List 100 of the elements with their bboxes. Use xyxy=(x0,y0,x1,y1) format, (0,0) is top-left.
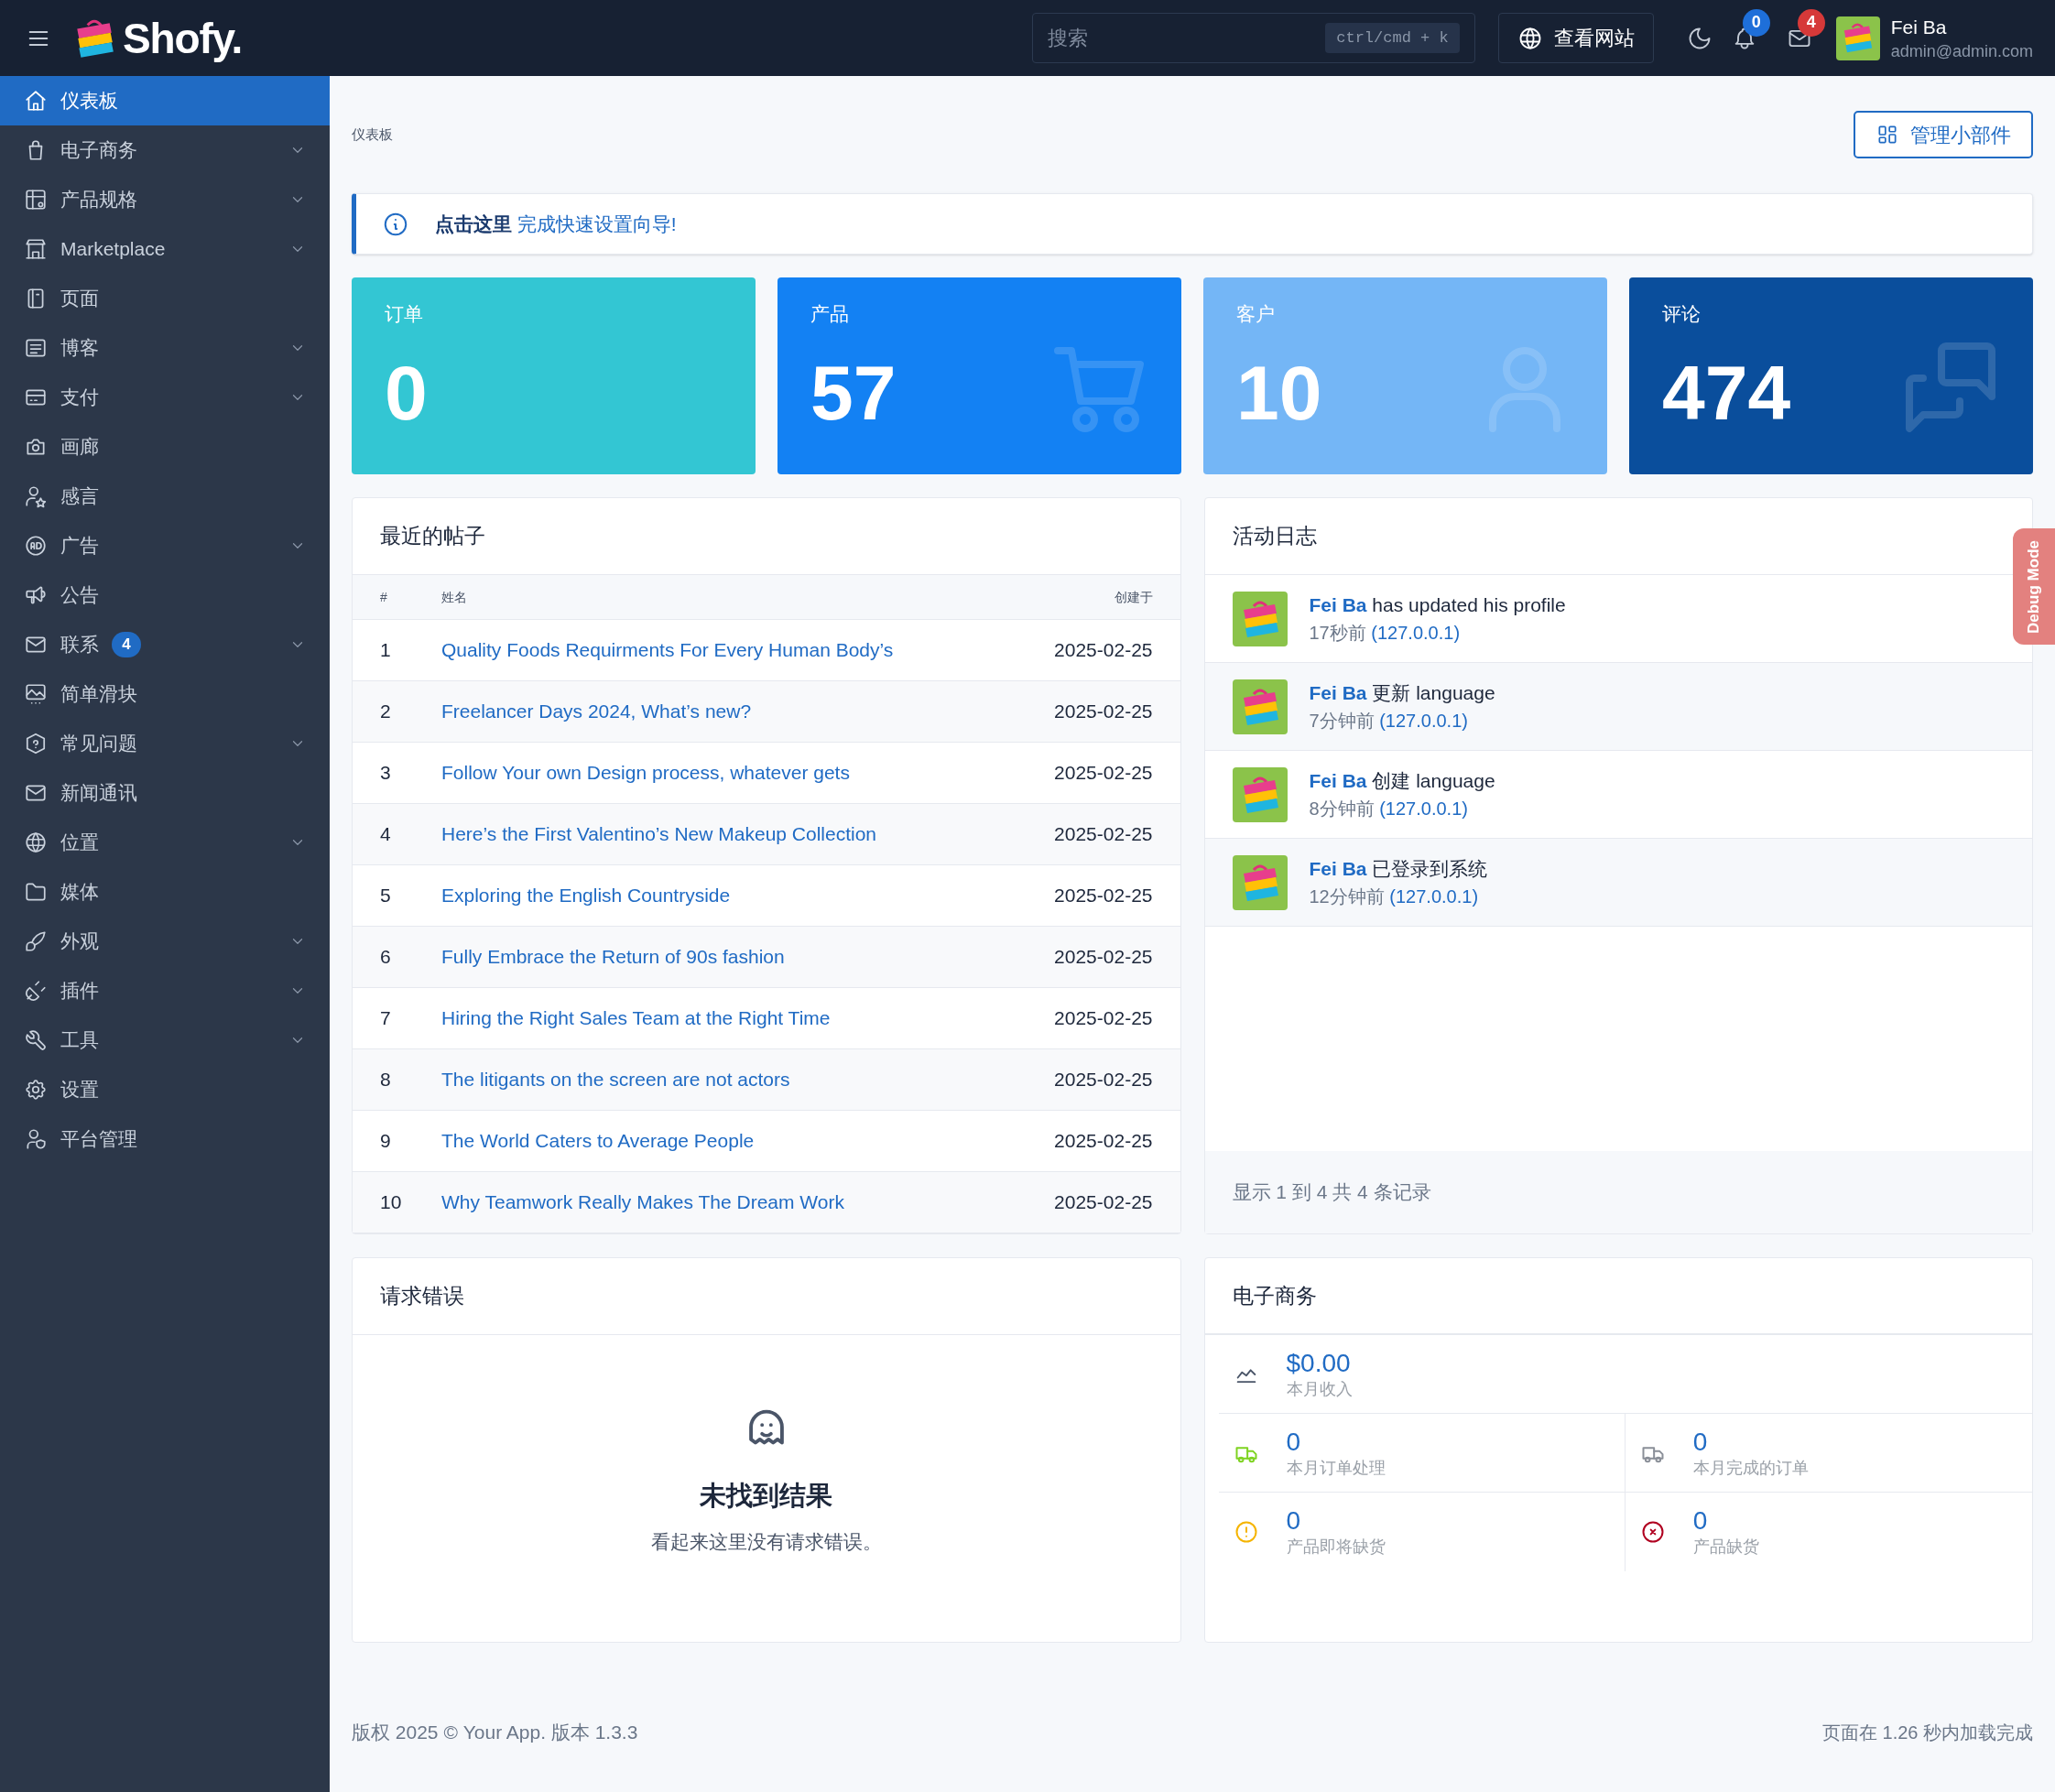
sidebar-item[interactable]: 媒体 xyxy=(0,867,330,917)
user-name: Fei Ba xyxy=(1890,15,1948,39)
sidebar-item[interactable]: 平台管理 xyxy=(0,1114,330,1164)
card-title: 电子商务 xyxy=(1232,1282,1317,1309)
stat-label: 客户 xyxy=(1236,302,1275,326)
messages-button[interactable]: 4 xyxy=(1786,8,1827,51)
column-header: 姓名 xyxy=(441,588,468,606)
sidebar-item[interactable]: 新闻通讯 xyxy=(0,768,330,818)
column-header: # xyxy=(380,588,388,606)
search-field[interactable]: 搜索 ctrl/cmd + k xyxy=(1031,13,1475,63)
stat-label: 订单 xyxy=(385,302,423,326)
post-link[interactable]: The World Caters to Average People xyxy=(441,1130,755,1152)
stat-value: 57 xyxy=(810,353,897,431)
sidebar-item[interactable]: 支付 xyxy=(0,373,330,422)
stat-label: 本月完成的订单 xyxy=(1692,1457,1809,1479)
globe-icon xyxy=(24,831,48,854)
list-icon xyxy=(24,336,48,360)
table-cell-text: 1 xyxy=(380,638,392,663)
post-link[interactable]: The litigants on the screen are not actors xyxy=(441,1069,790,1091)
stat-value: 10 xyxy=(1236,353,1322,431)
sidebar-item[interactable]: 设置 xyxy=(0,1065,330,1114)
stat-label: 产品 xyxy=(810,302,849,326)
view-site-button[interactable]: 查看网站 xyxy=(1497,13,1654,63)
message-count: 4 xyxy=(1797,8,1825,37)
table-cell-text: 2025-02-25 xyxy=(1054,700,1153,724)
activity-meta: 12分钟前 (127.0.0.1) xyxy=(1309,885,1480,908)
sidebar-item[interactable]: 工具 xyxy=(0,1015,330,1065)
post-link[interactable]: Freelancer Days 2024, What’s new? xyxy=(441,701,752,722)
stat-label: 产品缺货 xyxy=(1692,1537,1759,1558)
stat-value: $0.00 xyxy=(1286,1348,1352,1378)
stat-value: 0 xyxy=(385,353,428,431)
empty-state-title: 未找到结果 xyxy=(700,1480,833,1512)
sidebar-item[interactable]: Marketplace xyxy=(0,224,330,274)
store-icon xyxy=(24,237,48,261)
stat-label: 评论 xyxy=(1662,302,1701,326)
user-avatar xyxy=(1232,766,1288,822)
layout-grid-icon xyxy=(1876,123,1899,147)
sidebar-item[interactable]: 页面 xyxy=(0,274,330,323)
sidebar-item[interactable]: 博客 xyxy=(0,323,330,373)
sidebar-item[interactable]: 简单滑块 xyxy=(0,669,330,719)
sidebar-item[interactable]: 感言 xyxy=(0,472,330,521)
sidebar-item[interactable]: 位置 xyxy=(0,818,330,867)
activity-meta: 7分钟前 (127.0.0.1) xyxy=(1309,709,1469,733)
stat-label: 产品即将缺货 xyxy=(1286,1537,1386,1558)
table-cell-text: 2025-02-25 xyxy=(1054,638,1153,663)
search-input[interactable]: 搜索 xyxy=(1047,23,1326,53)
notification-count: 0 xyxy=(1742,8,1770,37)
table-cell-text: 2025-02-25 xyxy=(1054,945,1153,970)
user-shield-icon xyxy=(24,1127,48,1151)
sidebar-item[interactable]: 画廊 xyxy=(0,422,330,472)
user-avatar xyxy=(1232,679,1288,734)
post-link[interactable]: Why Teamwork Really Makes The Dream Work xyxy=(441,1191,844,1213)
table-cell-text: 10 xyxy=(380,1190,403,1215)
table-icon xyxy=(24,188,48,212)
setup-wizard-link[interactable]: 完成快速设置向导! xyxy=(516,212,677,234)
activity-text: Fei Ba has updated his profile xyxy=(1309,592,1566,617)
post-link[interactable]: Follow Your own Design process, whatever gets xyxy=(441,762,850,784)
table-cell-text: 2025-02-25 xyxy=(1054,1006,1153,1031)
post-link[interactable]: Here’s the First Valentino’s New Makeup Collection xyxy=(441,823,877,845)
photo-icon xyxy=(24,682,48,706)
settings-icon xyxy=(24,1078,48,1102)
post-link[interactable]: Hiring the Right Sales Team at the Right Time xyxy=(441,1007,831,1029)
sidebar-item[interactable]: 公告 xyxy=(0,570,330,620)
sidebar-item[interactable]: 广告 xyxy=(0,521,330,570)
user-avatar xyxy=(1835,16,1880,60)
home-icon xyxy=(24,89,48,113)
tool-icon xyxy=(24,1028,48,1052)
post-link[interactable]: Fully Embrace the Return of 90s fashion xyxy=(441,946,785,968)
sidebar-item[interactable]: 常见问题 xyxy=(0,719,330,768)
stat-value: 0 xyxy=(1692,1506,1709,1536)
table-cell-text: 2 xyxy=(380,700,392,724)
stat-label: 本月收入 xyxy=(1286,1378,1353,1400)
sidebar-item[interactable]: 外观 xyxy=(0,917,330,966)
count-badge: 4 xyxy=(112,632,141,657)
pagination-summary: 显示 1 到 4 共 4 条记录 xyxy=(1232,1180,1431,1205)
post-link[interactable]: Exploring the English Countryside xyxy=(441,885,731,907)
table-cell-text: 3 xyxy=(380,761,392,786)
load-time-text: 页面在 1.26 秒内加载完成 xyxy=(1821,1721,2033,1744)
table-cell-text: 8 xyxy=(380,1068,392,1092)
table-cell-text: 2025-02-25 xyxy=(1054,761,1153,786)
sidebar-item[interactable]: 电子商务 xyxy=(0,125,330,175)
card-title: 活动日志 xyxy=(1232,523,1317,550)
sidebar-item[interactable]: 仪表板 xyxy=(0,76,330,125)
folder-icon xyxy=(24,880,48,904)
stat-value: 474 xyxy=(1662,353,1791,431)
sidebar-item[interactable]: 联系 4 xyxy=(0,620,330,669)
sidebar-item[interactable]: 插件 xyxy=(0,966,330,1015)
table-cell-text: 2025-02-25 xyxy=(1054,1068,1153,1092)
manage-widgets-button[interactable]: 管理小部件 xyxy=(1854,111,2033,158)
table-cell-text: 5 xyxy=(380,884,392,908)
table-cell-text: 9 xyxy=(380,1129,392,1154)
setup-link[interactable]: 点击这里 xyxy=(435,212,512,234)
table-cell-text: 2025-02-25 xyxy=(1054,884,1153,908)
stat-value: 0 xyxy=(1286,1427,1302,1457)
copyright-text: 版权 2025 © Your App. 版本 1.3.3 xyxy=(352,1721,638,1745)
notifications-button[interactable]: 0 xyxy=(1731,8,1772,51)
card-title: 最近的帖子 xyxy=(380,523,485,550)
post-link[interactable]: Quality Foods Requirments For Every Human Body’s xyxy=(441,639,894,661)
table-cell-text: 7 xyxy=(380,1006,392,1031)
sidebar-item[interactable]: 产品规格 xyxy=(0,175,330,224)
